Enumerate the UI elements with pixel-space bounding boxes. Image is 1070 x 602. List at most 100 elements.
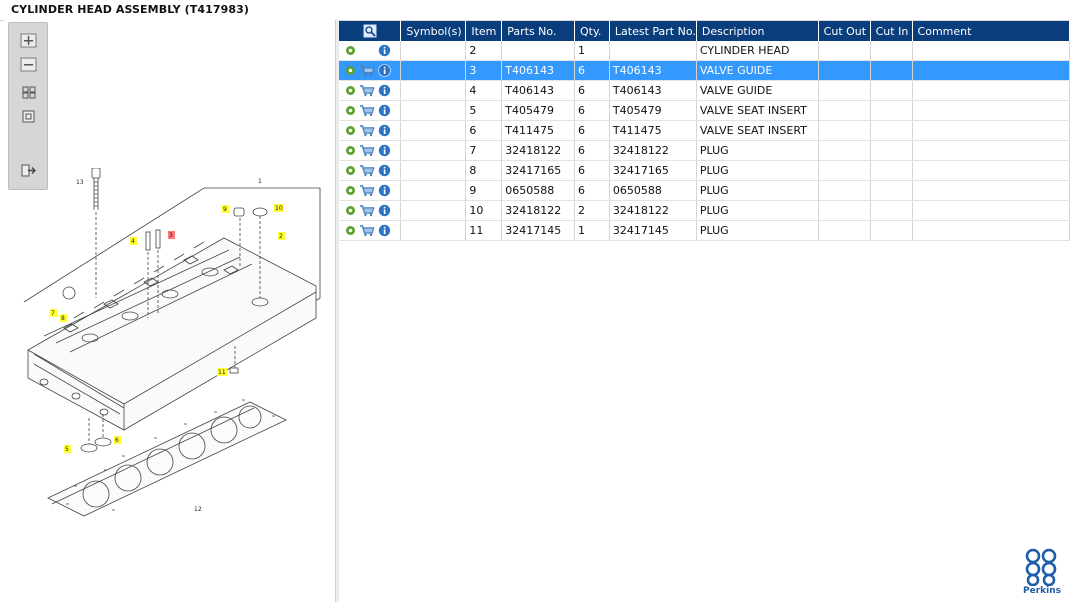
table-row[interactable]: 4 T406143 6 T406143 VALVE GUIDE bbox=[339, 80, 1070, 101]
row-actions[interactable] bbox=[339, 60, 402, 81]
table-row[interactable]: 5 T405479 6 T405479 VALVE SEAT INSERT bbox=[339, 100, 1070, 121]
column-header-qty[interactable]: Qty. bbox=[574, 21, 610, 41]
configure-button[interactable] bbox=[345, 44, 359, 57]
cell-latest-part-no: T411475 bbox=[609, 120, 697, 141]
cart-icon bbox=[360, 65, 375, 77]
table-row[interactable]: 9 0650588 6 0650588 PLUG bbox=[339, 180, 1070, 201]
cell-symbols bbox=[400, 60, 467, 81]
part-info-button[interactable] bbox=[378, 164, 394, 178]
title-bar: CYLINDER HEAD ASSEMBLY (T417983) bbox=[0, 0, 1070, 21]
configure-button[interactable] bbox=[345, 184, 359, 197]
table-row[interactable]: 3 T406143 6 T406143 VALVE GUIDE bbox=[339, 60, 1070, 81]
cell-cut-in bbox=[870, 140, 913, 161]
configure-button[interactable] bbox=[345, 224, 359, 237]
cell-description: VALVE SEAT INSERT bbox=[696, 120, 819, 141]
column-header-actions[interactable] bbox=[339, 21, 402, 41]
cell-comment bbox=[912, 120, 1070, 141]
row-actions[interactable] bbox=[339, 160, 402, 181]
add-to-cart-button[interactable] bbox=[359, 144, 378, 157]
column-header-description[interactable]: Description bbox=[696, 21, 819, 41]
add-to-cart-button[interactable] bbox=[359, 204, 378, 217]
cell-parts-no: 32418122 bbox=[501, 200, 576, 221]
cell-symbols bbox=[400, 180, 467, 201]
cart-icon bbox=[360, 225, 375, 237]
add-to-cart-button[interactable] bbox=[359, 124, 378, 137]
cell-cut-in bbox=[870, 200, 913, 221]
row-actions[interactable] bbox=[339, 220, 402, 241]
table-row[interactable]: 7 32418122 6 32418122 PLUG bbox=[339, 140, 1070, 161]
configure-button[interactable] bbox=[345, 164, 359, 177]
row-actions[interactable] bbox=[339, 41, 402, 61]
parts-table: Symbol(s) Item Parts No. Qty. Latest Par… bbox=[339, 21, 1070, 241]
cell-parts-no bbox=[501, 41, 576, 61]
add-to-cart-button[interactable] bbox=[359, 84, 378, 97]
add-to-cart-button[interactable] bbox=[359, 184, 378, 197]
part-info-button[interactable] bbox=[378, 44, 394, 58]
table-row[interactable]: 10 32418122 2 32418122 PLUG bbox=[339, 200, 1070, 221]
configure-button[interactable] bbox=[345, 84, 359, 97]
column-header-item[interactable]: Item bbox=[465, 21, 503, 41]
column-header-latest-part-no[interactable]: Latest Part No. bbox=[609, 21, 697, 41]
cell-symbols bbox=[400, 41, 467, 61]
cell-cut-out bbox=[818, 80, 871, 101]
cell-description: VALVE SEAT INSERT bbox=[696, 100, 819, 121]
row-actions[interactable] bbox=[339, 80, 402, 101]
configure-button[interactable] bbox=[345, 144, 359, 157]
cell-comment bbox=[912, 140, 1070, 161]
cell-comment bbox=[912, 100, 1070, 121]
part-info-button[interactable] bbox=[378, 64, 394, 78]
zoom-in-button[interactable] bbox=[20, 33, 37, 48]
callout-9: 9 bbox=[223, 206, 227, 213]
cell-item: 5 bbox=[465, 100, 503, 121]
part-info-button[interactable] bbox=[378, 104, 394, 118]
table-row[interactable]: 2 1 CYLINDER HEAD bbox=[339, 41, 1070, 61]
configure-button[interactable] bbox=[345, 124, 359, 137]
add-to-cart-button[interactable] bbox=[359, 64, 378, 77]
cell-symbols bbox=[400, 80, 467, 101]
column-header-symbols[interactable]: Symbol(s) bbox=[400, 21, 467, 41]
configure-button[interactable] bbox=[345, 64, 359, 77]
add-to-cart-button[interactable] bbox=[359, 164, 378, 177]
table-row[interactable]: 6 T411475 6 T411475 VALVE SEAT INSERT bbox=[339, 120, 1070, 141]
fit-button[interactable] bbox=[20, 85, 37, 100]
configure-button[interactable] bbox=[345, 104, 359, 117]
row-actions[interactable] bbox=[339, 120, 402, 141]
part-info-button[interactable] bbox=[378, 144, 394, 158]
row-actions[interactable] bbox=[339, 200, 402, 221]
cell-cut-in bbox=[870, 80, 913, 101]
row-actions[interactable] bbox=[339, 140, 402, 161]
cell-qty: 6 bbox=[574, 160, 610, 181]
part-info-button[interactable] bbox=[378, 124, 394, 138]
row-actions[interactable] bbox=[339, 100, 402, 121]
column-header-parts-no[interactable]: Parts No. bbox=[501, 21, 576, 41]
column-header-comment[interactable]: Comment bbox=[912, 21, 1070, 41]
actual-size-button[interactable] bbox=[20, 109, 37, 124]
table-row[interactable]: 11 32417145 1 32417145 PLUG bbox=[339, 220, 1070, 241]
info-icon bbox=[378, 44, 391, 58]
part-info-button[interactable] bbox=[378, 84, 394, 98]
cell-parts-no: 32418122 bbox=[501, 140, 576, 161]
cell-qty: 2 bbox=[574, 200, 610, 221]
search-icon bbox=[363, 24, 377, 38]
row-actions[interactable] bbox=[339, 180, 402, 201]
column-header-cut-out[interactable]: Cut Out bbox=[818, 21, 871, 41]
column-header-cut-in[interactable]: Cut In bbox=[870, 21, 913, 41]
zoom-out-button[interactable] bbox=[20, 57, 37, 72]
cell-comment bbox=[912, 180, 1070, 201]
cell-qty: 1 bbox=[574, 41, 610, 61]
part-info-button[interactable] bbox=[378, 224, 394, 238]
table-row[interactable]: 8 32417165 6 32417165 PLUG bbox=[339, 160, 1070, 181]
part-info-button[interactable] bbox=[378, 204, 394, 218]
add-to-cart-button[interactable] bbox=[359, 224, 378, 237]
cell-description: CYLINDER HEAD bbox=[696, 41, 819, 61]
info-icon bbox=[378, 84, 391, 98]
gear-icon bbox=[346, 86, 355, 96]
configure-button[interactable] bbox=[345, 204, 359, 217]
cell-item: 3 bbox=[465, 60, 503, 81]
cell-parts-no: T411475 bbox=[501, 120, 576, 141]
part-info-button[interactable] bbox=[378, 184, 394, 198]
cell-qty: 6 bbox=[574, 120, 610, 141]
page-title: CYLINDER HEAD ASSEMBLY (T417983) bbox=[11, 3, 249, 16]
add-to-cart-button[interactable] bbox=[359, 104, 378, 117]
gear-icon bbox=[346, 206, 355, 216]
